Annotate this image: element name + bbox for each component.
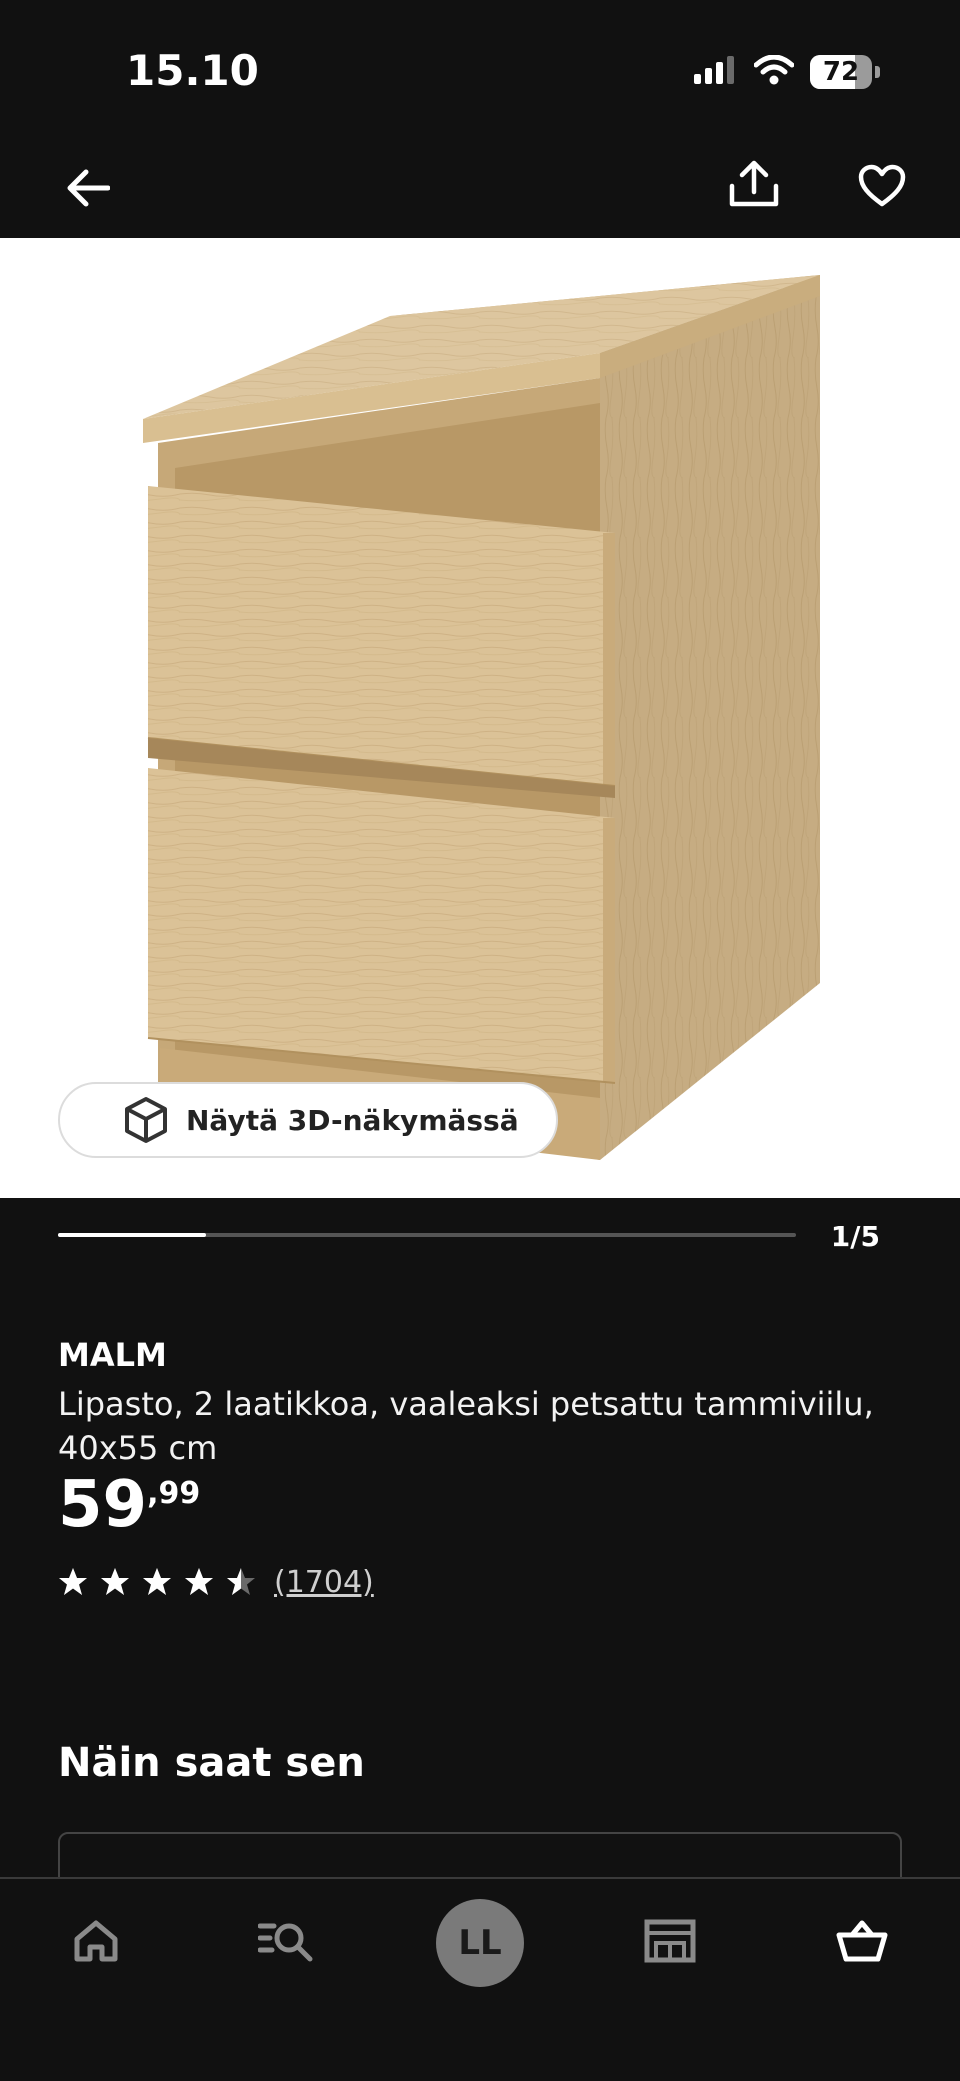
nav-search-button[interactable] [246,1903,326,1983]
search-list-icon [257,1919,314,1967]
product-name: MALM [58,1336,167,1374]
heart-icon [858,164,906,212]
product-price: 59 ,99 [58,1470,200,1540]
chest-of-drawers-illustration [143,275,820,1160]
delivery-section-title: Näin saat sen [58,1740,365,1786]
star-full-icon [101,1568,129,1595]
favorite-button[interactable] [850,156,914,220]
basket-icon [836,1919,888,1967]
battery-icon: 72 [810,55,872,89]
battery-tip [875,66,880,78]
status-icons: 72 [694,52,880,92]
back-arrow-icon [66,168,111,212]
image-counter: 1/5 [830,1220,880,1253]
nav-home-button[interactable] [56,1903,136,1983]
status-bar: 15.10 72 [0,0,960,140]
star-half-icon [227,1568,255,1595]
price-decimals: ,99 [147,1476,201,1511]
wifi-icon [753,54,795,89]
view-3d-label: Näytä 3D-näkymässä [186,1103,519,1137]
nav-basket-button[interactable] [822,1903,902,1983]
view-3d-button[interactable]: Näytä 3D-näkymässä [58,1082,558,1158]
star-full-icon [185,1568,213,1595]
home-icon [73,1919,119,1967]
bottom-navigation: LL [0,1877,960,2081]
product-rating[interactable]: (1704) [58,1562,374,1602]
cube-3d-icon [122,1095,172,1145]
battery-percent: 72 [822,57,860,87]
share-button[interactable] [722,154,786,218]
cellular-signal-icon [694,56,738,88]
nav-store-button[interactable] [630,1903,710,1983]
price-main: 59 [58,1468,148,1542]
nav-profile-button[interactable]: LL [436,1899,524,1987]
review-count-link[interactable]: (1704) [274,1565,374,1600]
product-description: Lipasto, 2 laatikkoa, vaaleaksi petsattu… [58,1385,874,1467]
star-full-icon [59,1568,87,1595]
gallery-progress-fill [58,1233,206,1237]
status-time: 15.10 [126,46,259,95]
gallery-progress-bar [58,1233,796,1237]
top-navigation [0,140,960,238]
share-icon [728,160,780,212]
product-image[interactable]: Näytä 3D-näkymässä [0,238,960,1198]
store-icon [644,1919,696,1967]
back-button[interactable] [56,158,120,222]
profile-initials: LL [458,1923,502,1963]
rating-stars [58,1567,256,1597]
star-full-icon [143,1568,171,1595]
